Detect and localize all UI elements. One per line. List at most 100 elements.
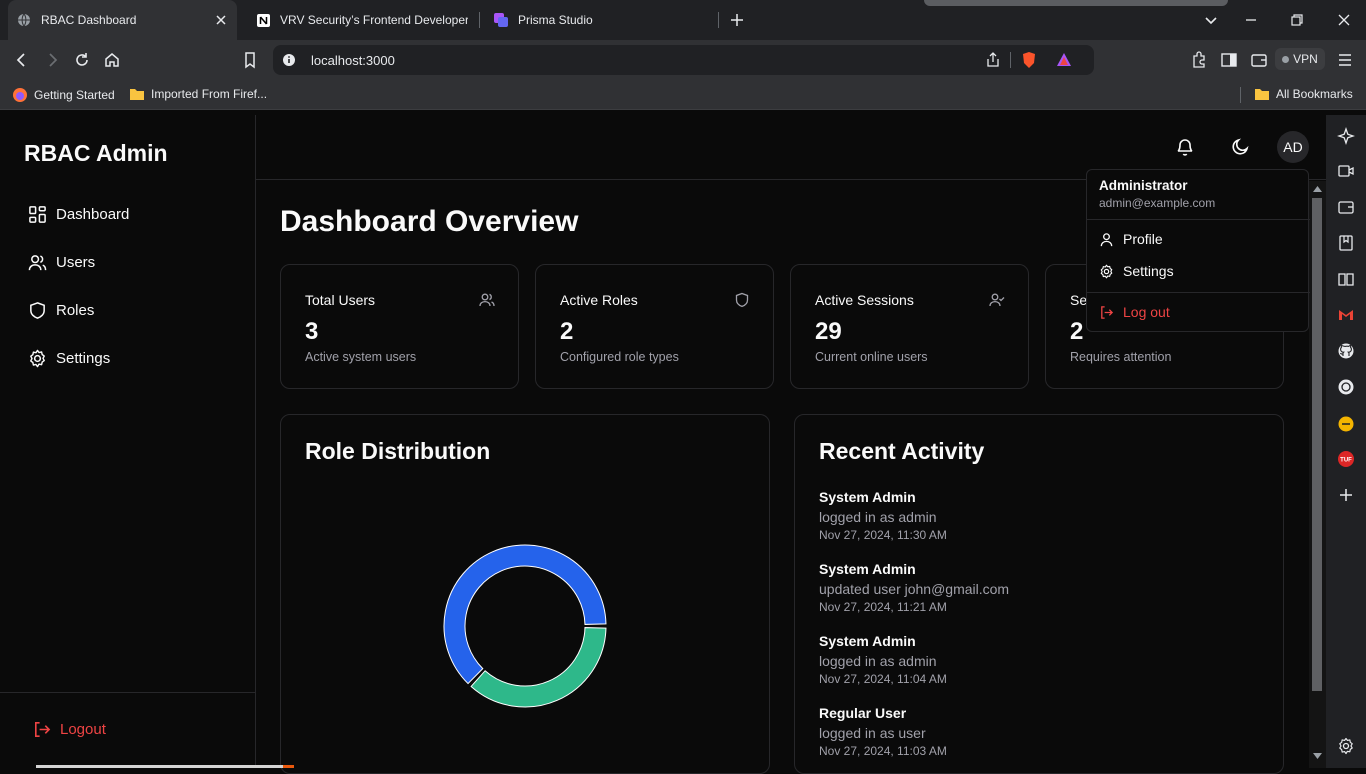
- role-distribution-chart: [443, 544, 607, 708]
- tab-search-icon[interactable]: [1202, 11, 1220, 29]
- chart-slice-green[interactable]: [470, 627, 607, 708]
- back-icon[interactable]: [13, 51, 31, 69]
- moon-icon[interactable]: [1230, 137, 1250, 157]
- stat-subtitle: Requires attention: [1070, 350, 1172, 364]
- page-title: Dashboard Overview: [280, 205, 579, 238]
- browser-tab-bar: RBAC Dashboard VRV Security’s Frontend D…: [0, 0, 1366, 40]
- bookmark-icon[interactable]: [241, 51, 259, 69]
- activity-user: System Admin: [819, 489, 916, 505]
- reading-list-icon[interactable]: [1337, 270, 1355, 288]
- activity-time: Nov 27, 2024, 11:03 AM: [819, 744, 947, 758]
- share-icon[interactable]: [985, 52, 1001, 68]
- bookmark-getting-started[interactable]: Getting Started: [12, 87, 115, 103]
- page-scrollbar[interactable]: [1309, 181, 1326, 768]
- menu-item-profile[interactable]: Profile: [1099, 231, 1163, 247]
- shield-icon: [735, 292, 749, 308]
- browser-tab-prisma[interactable]: Prisma Studio: [486, 0, 716, 40]
- browser-tab-rbac[interactable]: RBAC Dashboard: [8, 0, 237, 40]
- vpn-status-icon: [1282, 55, 1290, 63]
- menu-item-settings[interactable]: Settings: [1099, 263, 1174, 279]
- all-bookmarks-label: All Bookmarks: [1276, 87, 1353, 101]
- extensions-icon[interactable]: [1190, 51, 1208, 69]
- user-menu-email: admin@example.com: [1099, 196, 1216, 210]
- activity-user: Regular User: [819, 705, 907, 721]
- tab-title: VRV Security’s Frontend Developer I: [280, 13, 468, 27]
- bell-icon[interactable]: [1175, 137, 1195, 157]
- sidebar-settings-icon[interactable]: [1337, 737, 1355, 755]
- folder-icon: [130, 89, 144, 100]
- activity-time: Nov 27, 2024, 11:04 AM: [819, 672, 947, 686]
- activity-user: System Admin: [819, 561, 916, 577]
- prisma-icon: [493, 12, 509, 28]
- chatgpt-icon[interactable]: [1337, 378, 1355, 396]
- app-sidebar: RBAC Admin Dashboard Users Roles Setting…: [0, 115, 256, 768]
- minimize-icon[interactable]: [1242, 11, 1260, 29]
- menu-icon[interactable]: [1336, 51, 1354, 69]
- forward-icon[interactable]: [43, 51, 61, 69]
- close-window-icon[interactable]: [1335, 11, 1353, 29]
- sidebar-item-settings[interactable]: Settings: [28, 349, 110, 368]
- bookmark-label: Imported From Firef...: [151, 87, 268, 101]
- panel-title: Role Distribution: [305, 438, 491, 464]
- reload-icon[interactable]: [73, 51, 91, 69]
- tuf-icon[interactable]: TUF: [1337, 450, 1355, 468]
- add-panel-icon[interactable]: [1337, 486, 1355, 504]
- user-menu-name: Administrator: [1099, 178, 1188, 193]
- wallet-icon[interactable]: [1250, 51, 1268, 69]
- stat-card-active-sessions: Active Sessions 29 Current online users: [790, 264, 1029, 389]
- sidebar-item-users[interactable]: Users: [28, 253, 95, 272]
- menu-separator: [1087, 292, 1310, 293]
- sidebar-toggle-icon[interactable]: [1220, 51, 1238, 69]
- stat-value: 2: [1070, 318, 1084, 345]
- video-icon[interactable]: [1337, 162, 1355, 180]
- sidebar-item-label: Dashboard: [56, 206, 130, 223]
- info-icon[interactable]: [282, 53, 296, 67]
- window-drag-handle[interactable]: [924, 0, 1228, 6]
- divider: [1240, 87, 1241, 103]
- new-tab-icon[interactable]: [728, 11, 746, 29]
- bookmark-label: Getting Started: [34, 88, 115, 102]
- folder-icon: [1255, 89, 1269, 100]
- brave-rewards-icon[interactable]: [1055, 51, 1073, 69]
- scroll-up-icon[interactable]: [1313, 185, 1322, 192]
- tab-title: Prisma Studio: [518, 13, 593, 27]
- close-icon[interactable]: [214, 13, 228, 27]
- logout-label: Logout: [60, 721, 106, 738]
- stat-title: Active Roles: [560, 292, 638, 308]
- tab-separator: [479, 12, 480, 28]
- browser-tab-vrv[interactable]: VRV Security’s Frontend Developer I: [248, 0, 468, 40]
- all-bookmarks[interactable]: All Bookmarks: [1254, 87, 1353, 101]
- activity-item: System Admin logged in as admin Nov 27, …: [819, 633, 947, 686]
- sidebar-item-dashboard[interactable]: Dashboard: [28, 205, 129, 224]
- bookmarks-panel-icon[interactable]: [1337, 234, 1355, 252]
- activity-time: Nov 27, 2024, 11:30 AM: [819, 528, 947, 542]
- gmail-icon[interactable]: [1337, 306, 1355, 324]
- activity-action: updated user john@gmail.com: [819, 581, 1010, 597]
- vpn-label: VPN: [1293, 52, 1318, 66]
- wallet-icon[interactable]: [1337, 198, 1355, 216]
- menu-item-label: Settings: [1123, 263, 1174, 279]
- home-icon[interactable]: [103, 51, 121, 69]
- activity-action: logged in as user: [819, 725, 926, 741]
- browser-sidebar: TUF: [1326, 115, 1366, 768]
- scroll-thumb[interactable]: [1312, 198, 1322, 691]
- vpn-button[interactable]: VPN: [1275, 48, 1325, 70]
- brave-shield-icon[interactable]: [1020, 51, 1038, 69]
- activity-item: System Admin logged in as admin Nov 27, …: [819, 489, 947, 542]
- github-icon[interactable]: [1337, 342, 1355, 360]
- scroll-down-icon[interactable]: [1313, 753, 1322, 760]
- stat-subtitle: Configured role types: [560, 350, 679, 364]
- avatar[interactable]: AD: [1277, 131, 1309, 163]
- sidebar-item-roles[interactable]: Roles: [28, 301, 94, 320]
- panel-title: Recent Activity: [819, 438, 985, 464]
- leo-ai-icon[interactable]: [1337, 127, 1355, 145]
- address-bar[interactable]: localhost:3000: [273, 45, 1094, 75]
- divider: [1010, 52, 1011, 68]
- bookmark-imported[interactable]: Imported From Firef...: [129, 87, 267, 101]
- app-shortcut-icon[interactable]: [1337, 415, 1355, 433]
- grid-icon: [29, 206, 46, 223]
- logout-button[interactable]: Logout: [32, 720, 106, 739]
- menu-item-logout[interactable]: Log out: [1099, 304, 1170, 320]
- globe-icon: [16, 12, 32, 28]
- restore-icon[interactable]: [1288, 11, 1306, 29]
